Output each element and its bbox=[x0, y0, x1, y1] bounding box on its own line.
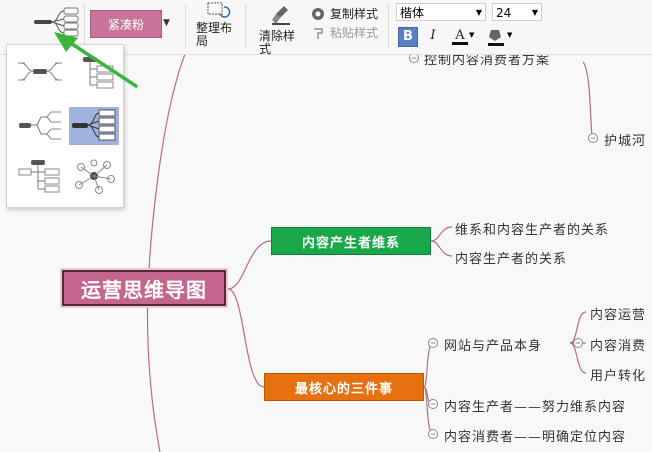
node-site-child-1[interactable]: 内容运营 bbox=[590, 304, 646, 323]
annotation-arrow bbox=[54, 32, 138, 88]
node-consumer-position[interactable]: 内容消费者——明确定位内容 bbox=[444, 426, 626, 445]
chevron-down-icon[interactable]: ▼ bbox=[469, 31, 474, 39]
node-content-producer[interactable]: 内容产生者维系 bbox=[271, 227, 431, 255]
arrange-layout-icon[interactable] bbox=[206, 1, 232, 19]
paste-style-button[interactable]: 粘贴样式 bbox=[330, 27, 378, 40]
node-site-child-3[interactable]: 用户转化 bbox=[590, 365, 646, 384]
paste-style-icon bbox=[314, 28, 323, 39]
copy-style-icon bbox=[312, 8, 324, 20]
node-three-core-things[interactable]: 最核心的三件事 bbox=[264, 373, 424, 401]
chevron-down-icon: ▼ bbox=[475, 8, 482, 17]
node-producer-effort[interactable]: 内容生产者——努力维系内容 bbox=[444, 396, 626, 415]
connector-producer-c2 bbox=[430, 240, 453, 257]
chevron-down-icon: ▼ bbox=[531, 8, 538, 17]
clear-style-button[interactable]: 清除样 式 bbox=[259, 30, 295, 56]
brush-icon[interactable] bbox=[270, 4, 292, 26]
font-color-button[interactable]: A bbox=[452, 27, 468, 45]
layout-radial-option[interactable] bbox=[69, 157, 119, 195]
node-producer-child-2[interactable]: 内容生产者的关系 bbox=[455, 248, 567, 267]
arrange-layout-button[interactable]: 整理布 局 bbox=[196, 22, 232, 48]
connector-three bbox=[227, 288, 265, 388]
italic-button[interactable]: I bbox=[424, 27, 442, 45]
connector-three-site bbox=[423, 342, 434, 388]
node-moat[interactable]: 护城河 bbox=[604, 130, 646, 149]
node-site-product[interactable]: 网站与产品本身 bbox=[444, 335, 542, 354]
connector-three-consumer bbox=[423, 386, 434, 435]
node-producer-child-1[interactable]: 维系和内容生产者的关系 bbox=[455, 219, 609, 238]
layout-org-down-option[interactable] bbox=[15, 157, 65, 195]
connector-moat bbox=[582, 61, 593, 139]
copy-style-button[interactable]: 复制样式 bbox=[330, 8, 378, 21]
root-node[interactable]: 运营思维导图 bbox=[62, 270, 226, 306]
node-site-child-2[interactable]: 内容消费 bbox=[590, 335, 646, 354]
connector-producer bbox=[227, 240, 272, 290]
bold-button[interactable]: B bbox=[398, 27, 418, 47]
fill-color-icon[interactable] bbox=[486, 27, 506, 47]
font-size-select[interactable]: 24 ▼ bbox=[492, 3, 542, 21]
font-family-select[interactable]: 楷体 ▼ bbox=[396, 3, 486, 21]
chevron-down-icon[interactable]: ▼ bbox=[507, 31, 512, 39]
connector-producer-c1 bbox=[430, 226, 453, 242]
